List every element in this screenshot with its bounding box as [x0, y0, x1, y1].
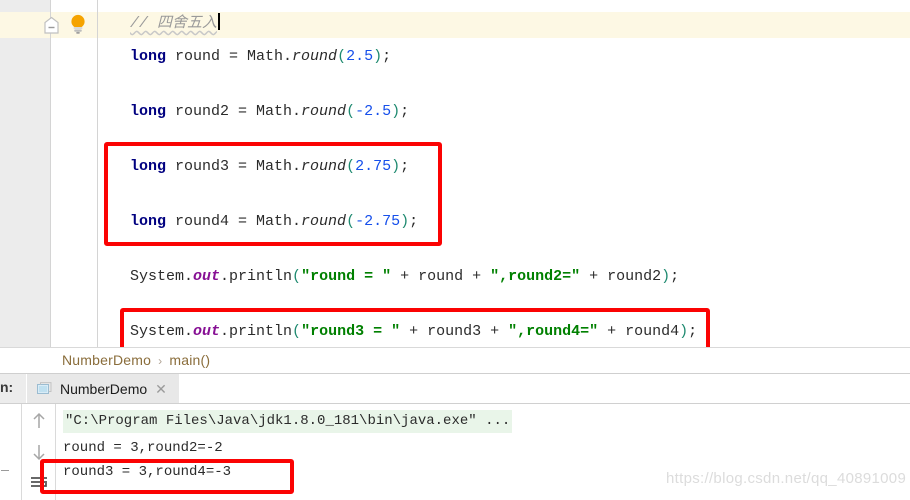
run-tab-numberdemo[interactable]: NumberDemo ✕ [27, 374, 179, 403]
code-token-plain: round4 = Math. [166, 213, 302, 230]
code-token-paren: ( [292, 323, 302, 340]
down-arrow-icon[interactable] [28, 441, 50, 463]
code-token-paren: ) [661, 268, 671, 285]
code-token-kw: long [130, 48, 167, 65]
run-window-header: n: NumberDemo ✕ [0, 374, 910, 404]
code-token-num: 2.5 [346, 48, 374, 65]
code-token-kw: long [130, 213, 167, 230]
line-println2[interactable]: System.out.println("round3 = " + round3 … [130, 321, 697, 343]
code-token-meth: round [292, 48, 338, 65]
run-console-toolbar[interactable] [22, 404, 56, 500]
code-token-paren: ( [346, 213, 356, 230]
console-output-line-1: round = 3,round2=-2 [63, 440, 223, 456]
code-token-paren: ( [337, 48, 347, 65]
code-token-num: 2.75 [355, 158, 392, 175]
code-token-meth: round [301, 213, 347, 230]
gutter-divider-left [50, 0, 51, 347]
code-token-paren: ( [292, 268, 302, 285]
text-caret [218, 13, 221, 30]
code-token-plain: round = Math. [166, 48, 293, 65]
code-token-meth: round [301, 158, 347, 175]
run-configuration-icon [37, 382, 52, 395]
breadcrumb[interactable]: NumberDemo › main() [62, 352, 210, 368]
console-command-line: "C:\Program Files\Java\jdk1.8.0_181\bin\… [63, 410, 513, 433]
code-token-plain: .println [220, 323, 293, 340]
close-icon[interactable]: ✕ [155, 382, 167, 396]
code-token-meth: round [301, 103, 347, 120]
run-tool-label: n: [0, 379, 14, 395]
breadcrumb-bar[interactable]: NumberDemo › main() [0, 347, 910, 374]
code-token-str: "round = " [301, 268, 392, 285]
soft-wrap-icon[interactable] [28, 472, 50, 494]
code-token-plain: ; [688, 323, 698, 340]
code-text[interactable]: // 四舍五入 long round = Math.round(2.5); long… [98, 0, 910, 347]
run-tool-label-box[interactable]: n: [0, 374, 26, 403]
code-token-plain: ; [670, 268, 680, 285]
code-token-paren: ) [400, 213, 410, 230]
code-token-str: ",round4=" [508, 323, 599, 340]
code-token-kw: long [130, 158, 167, 175]
run-window-left-margin [0, 404, 22, 500]
code-token-plain: round3 = Math. [166, 158, 302, 175]
breadcrumb-method[interactable]: main() [169, 352, 210, 368]
code-token-plain: .println [220, 268, 293, 285]
line-comment[interactable]: // 四舍五入 [130, 13, 221, 35]
code-token-plain: ; [382, 48, 392, 65]
fold-collapse-icon[interactable] [43, 16, 60, 35]
code-token-plain: + round + [391, 268, 491, 285]
code-token-plain: + round4 [598, 323, 680, 340]
code-token-paren: ) [679, 323, 689, 340]
intention-bulb-icon[interactable] [68, 13, 88, 35]
console-output-line-2: round3 = 3,round4=-3 [63, 464, 232, 480]
code-token-str: ",round2=" [490, 268, 581, 285]
line-round4[interactable]: long round4 = Math.round(-2.75); [130, 211, 418, 233]
code-token-paren: ) [391, 103, 401, 120]
code-token-kw: long [130, 103, 167, 120]
breadcrumb-class[interactable]: NumberDemo [62, 352, 151, 368]
code-token-paren: ( [346, 158, 356, 175]
code-token-paren: ( [346, 103, 356, 120]
code-token-plain: + round3 + [400, 323, 509, 340]
code-token-plain: ; [400, 158, 410, 175]
editor-area[interactable]: // 四舍五入 long round = Math.round(2.5); long… [0, 0, 910, 354]
run-tab-label: NumberDemo [60, 380, 148, 397]
code-token-paren: ) [391, 158, 401, 175]
up-arrow-icon[interactable] [28, 410, 50, 432]
code-token-plain: ; [409, 213, 419, 230]
code-token-plain: System. [130, 268, 194, 285]
breadcrumb-separator-icon: › [158, 354, 163, 368]
code-token-num: -2.5 [355, 103, 392, 120]
code-token-plain: System. [130, 323, 194, 340]
line-round[interactable]: long round = Math.round(2.5); [130, 46, 391, 68]
code-token-str: "round3 = " [301, 323, 401, 340]
line-round3[interactable]: long round3 = Math.round(2.75); [130, 156, 409, 178]
code-token-comment: // 四舍五入 [130, 15, 218, 32]
code-token-plain: ; [400, 103, 410, 120]
code-token-num: -2.75 [355, 213, 401, 230]
code-token-field: out [193, 323, 221, 340]
line-println1[interactable]: System.out.println("round = " + round + … [130, 266, 679, 288]
code-token-plain: + round2 [580, 268, 662, 285]
code-token-field: out [193, 268, 221, 285]
run-window-divider-dash [1, 470, 9, 471]
line-round2[interactable]: long round2 = Math.round(-2.5); [130, 101, 409, 123]
watermark: https://blog.csdn.net/qq_40891009 [666, 470, 907, 487]
code-token-paren: ) [373, 48, 383, 65]
ide-window: // 四舍五入 long round = Math.round(2.5); long… [0, 0, 910, 500]
code-token-plain: round2 = Math. [166, 103, 302, 120]
left-tool-strip[interactable] [0, 0, 50, 347]
